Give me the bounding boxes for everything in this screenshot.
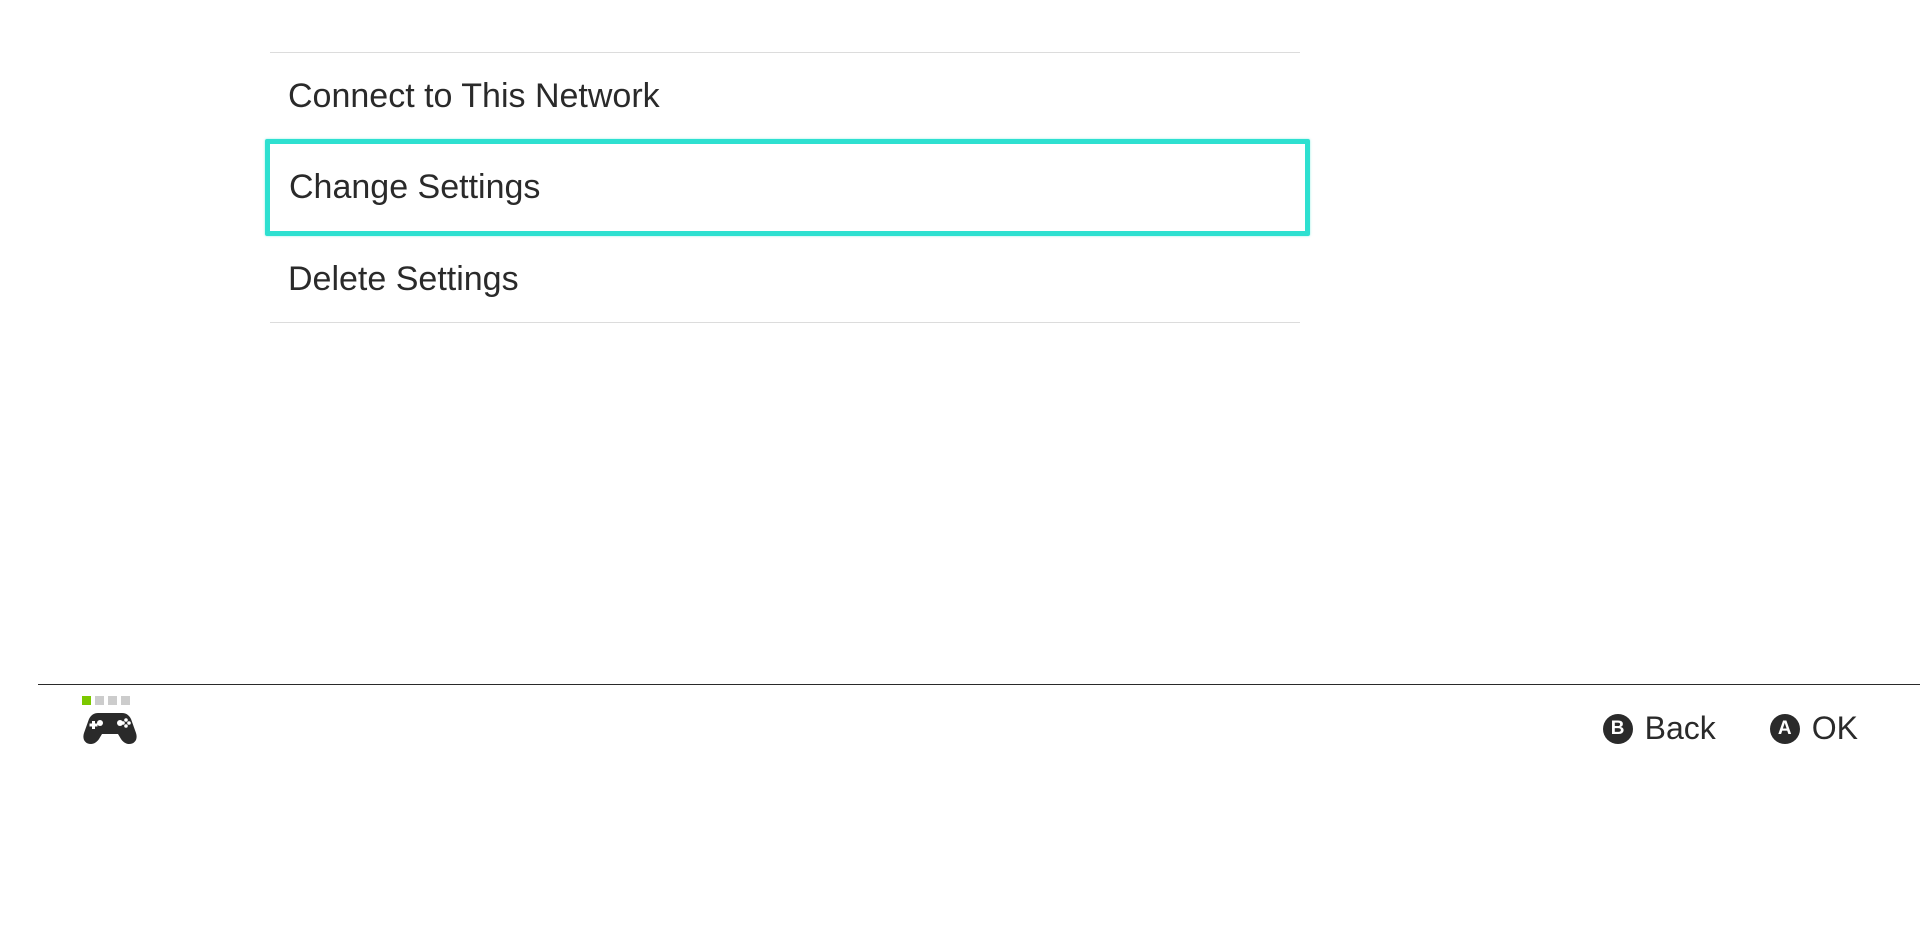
hint-label: OK <box>1812 710 1858 747</box>
network-settings-menu: Connect to This Network Change Settings … <box>270 52 1300 323</box>
player-dot-1 <box>82 696 91 705</box>
hint-label: Back <box>1645 710 1716 747</box>
footer-bar: B Back A OK <box>0 684 1920 774</box>
controller-icon <box>82 709 138 745</box>
footer-hints: B Back A OK <box>1603 710 1858 747</box>
menu-item-connect[interactable]: Connect to This Network <box>270 52 1300 139</box>
b-button-icon: B <box>1603 714 1633 744</box>
menu-item-label: Connect to This Network <box>288 77 660 116</box>
player-indicator-dots <box>82 696 138 705</box>
controller-indicator <box>82 696 138 750</box>
player-dot-2 <box>95 696 104 705</box>
a-button-icon: A <box>1770 714 1800 744</box>
menu-item-label: Change Settings <box>289 168 540 207</box>
player-dot-3 <box>108 696 117 705</box>
menu-item-label: Delete Settings <box>288 260 519 299</box>
menu-item-delete-settings[interactable]: Delete Settings <box>270 236 1300 323</box>
hint-back[interactable]: B Back <box>1603 710 1716 747</box>
player-dot-4 <box>121 696 130 705</box>
hint-ok[interactable]: A OK <box>1770 710 1858 747</box>
menu-item-change-settings[interactable]: Change Settings <box>265 139 1310 236</box>
